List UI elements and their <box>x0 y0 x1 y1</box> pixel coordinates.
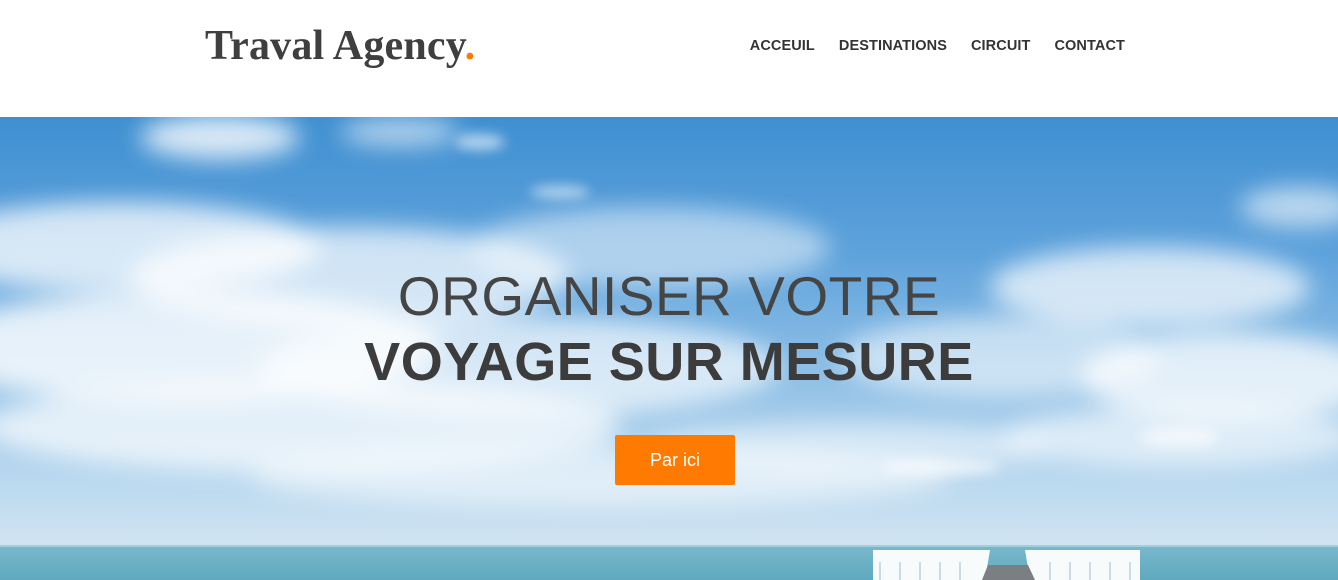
nav-item-acceuil[interactable]: ACCEUIL <box>750 38 815 54</box>
nav-item-circuit[interactable]: CIRCUIT <box>971 38 1031 54</box>
site-header: Traval Agency. ACCEUIL DESTINATIONS CIRC… <box>0 0 1338 117</box>
logo-text: Traval Agency <box>205 23 465 69</box>
main-nav: ACCEUIL DESTINATIONS CIRCUIT CONTACT <box>750 38 1125 54</box>
site-logo[interactable]: Traval Agency. <box>205 22 475 70</box>
cta-button[interactable]: Par ici <box>615 435 735 485</box>
nav-item-contact[interactable]: CONTACT <box>1054 38 1125 54</box>
hero-title-line-2: VOYAGE SUR MESURE <box>364 332 974 392</box>
logo-dot: . <box>464 23 476 69</box>
nav-item-destinations[interactable]: DESTINATIONS <box>839 38 947 54</box>
hero-section: ORGANISER VOTRE VOYAGE SUR MESURE Par ic… <box>0 117 1338 580</box>
hero-title-line-1: ORGANISER VOTRE <box>397 265 941 327</box>
